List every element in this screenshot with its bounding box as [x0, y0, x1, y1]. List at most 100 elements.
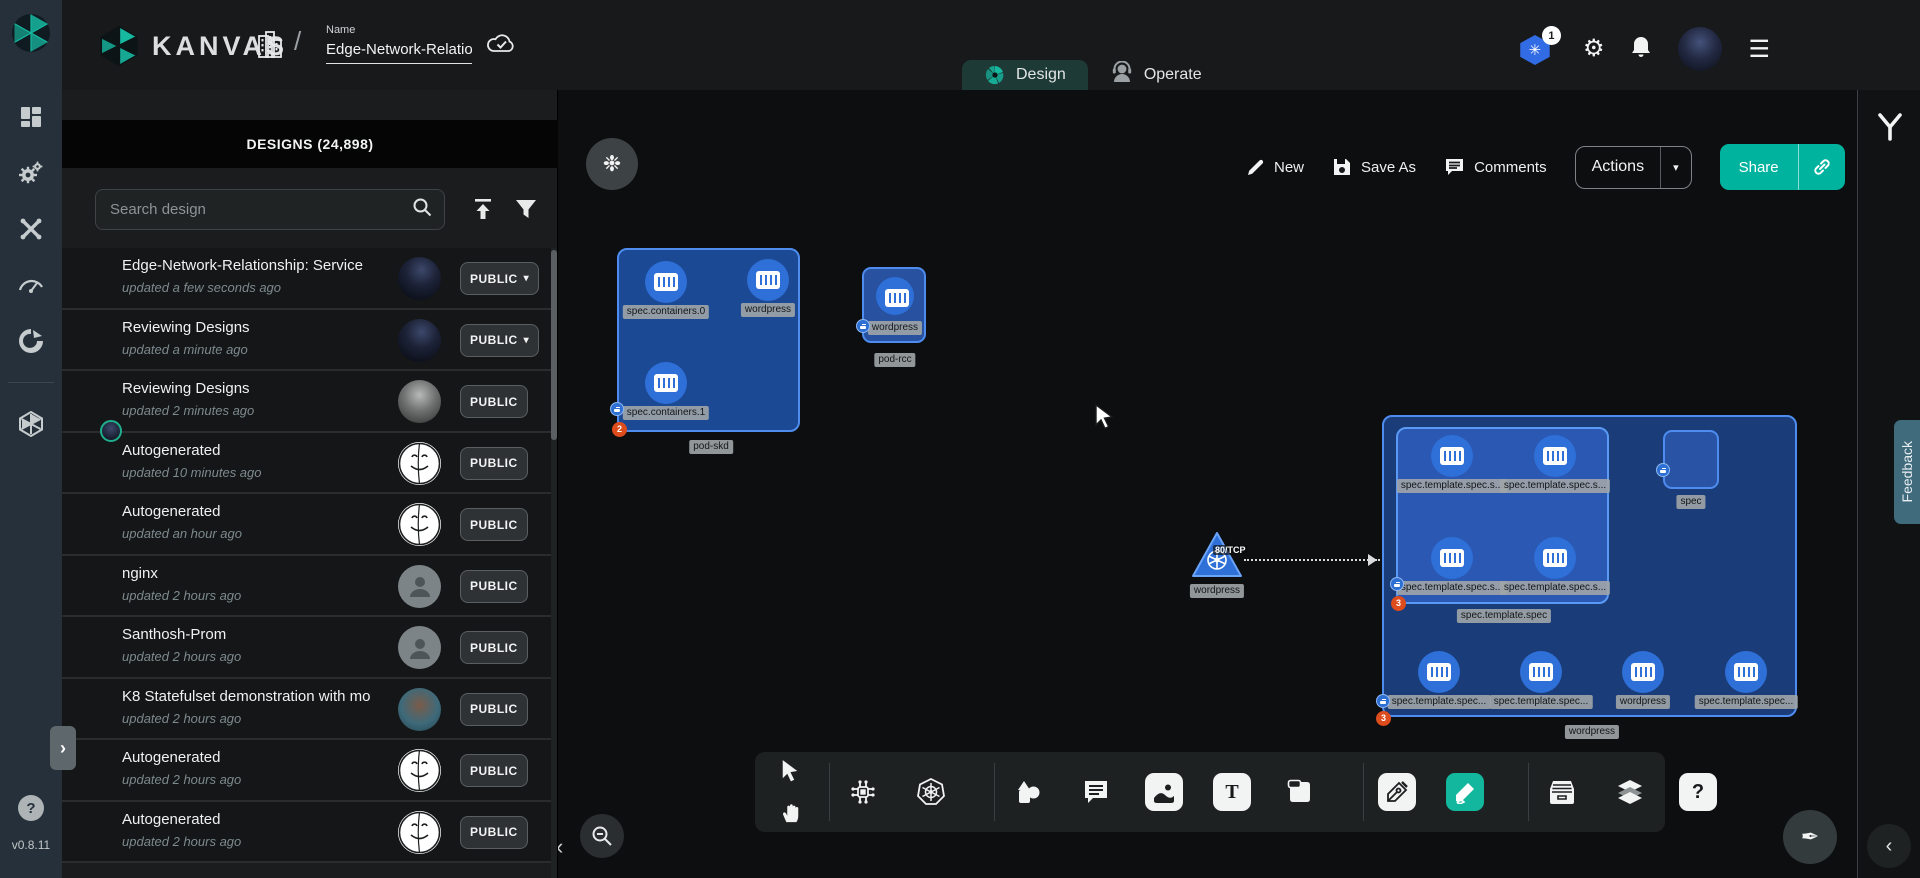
tool-layers-icon[interactable]: [1611, 773, 1649, 811]
container-icon[interactable]: [1418, 651, 1460, 693]
design-updated-timestamp: updated 2 hours ago: [122, 711, 241, 726]
design-list-item[interactable]: Reviewing Designs updated a minute ago P…: [62, 310, 552, 372]
tool-text-icon[interactable]: T: [1213, 773, 1251, 811]
design-visibility-badge[interactable]: PUBLIC: [460, 693, 528, 726]
container-icon[interactable]: [645, 362, 687, 404]
canvas-context-button[interactable]: ❉: [586, 138, 638, 190]
comments-label: Comments: [1474, 159, 1547, 176]
hamburger-menu-icon[interactable]: ☰: [1748, 35, 1770, 64]
design-canvas[interactable]: ❉ New Save As Comments Actions ▾ Share s…: [558, 90, 1857, 878]
sidebar-item-dashboard[interactable]: [14, 100, 48, 134]
tool-pan-icon[interactable]: [771, 794, 809, 832]
help-icon[interactable]: ?: [18, 795, 44, 821]
share-label[interactable]: Share: [1720, 144, 1798, 190]
container-icon[interactable]: [1520, 651, 1562, 693]
tool-select-icon[interactable]: [771, 752, 809, 790]
tool-components-icon[interactable]: [844, 773, 882, 811]
design-list-item[interactable]: Autogenerated updated an hour ago PUBLIC: [62, 494, 552, 556]
container-icon[interactable]: [876, 277, 914, 315]
collapse-rail-chevron[interactable]: ‹: [1867, 824, 1911, 868]
filter-icon[interactable]: [514, 197, 538, 226]
container-icon[interactable]: [747, 259, 789, 301]
tool-shapes-icon[interactable]: [1009, 773, 1047, 811]
design-visibility-badge[interactable]: PUBLIC: [460, 631, 528, 664]
copy-link-icon[interactable]: [1798, 144, 1845, 190]
node-group-pod-skd[interactable]: spec.containers.0 wordpress spec.contain…: [617, 248, 800, 432]
design-visibility-badge[interactable]: PUBLIC: [460, 816, 528, 849]
design-name-input[interactable]: [326, 39, 472, 64]
design-owner-avatar: [398, 380, 441, 423]
search-icon: [412, 197, 432, 222]
tab-design[interactable]: Design: [962, 60, 1088, 90]
container-icon[interactable]: [645, 261, 687, 303]
sidebar-item-kanvas[interactable]: [14, 407, 48, 441]
design-visibility-badge[interactable]: PUBLIC: [460, 508, 528, 541]
design-list-item[interactable]: Autogenerated updated 2 hours ago PUBLIC: [62, 740, 552, 802]
container-icon[interactable]: [1431, 435, 1473, 477]
tool-freehand-draw-icon[interactable]: [1446, 773, 1484, 811]
design-list-item[interactable]: Reviewing Designs updated 2 minutes ago …: [62, 371, 552, 433]
pen-mode-button[interactable]: ✒: [1783, 810, 1837, 864]
design-visibility-badge[interactable]: PUBLIC▾: [460, 262, 539, 295]
design-visibility-badge[interactable]: PUBLIC: [460, 754, 528, 787]
design-visibility-badge[interactable]: PUBLIC: [460, 447, 528, 480]
sidebar-item-configuration[interactable]: [14, 212, 48, 246]
node-service-wordpress[interactable]: [1190, 530, 1244, 580]
node-group-deployment-wordpress[interactable]: spec.template.spec.s... spec.template.sp…: [1382, 415, 1797, 717]
collapse-panel-chevron[interactable]: ‹: [556, 832, 572, 862]
comments-button[interactable]: Comments: [1444, 157, 1547, 177]
feedback-tab[interactable]: Feedback: [1894, 420, 1920, 524]
import-design-icon[interactable]: [470, 196, 496, 227]
tool-comment-icon[interactable]: [1077, 773, 1115, 811]
design-list-scrollbar[interactable]: [551, 248, 557, 878]
tool-help-icon[interactable]: ?: [1679, 773, 1717, 811]
container-icon[interactable]: [1534, 435, 1576, 477]
design-visibility-badge[interactable]: PUBLIC: [460, 385, 528, 418]
actions-label[interactable]: Actions: [1576, 147, 1660, 188]
design-list-item[interactable]: Autogenerated updated 10 minutes ago PUB…: [62, 433, 552, 495]
tool-kubernetes-icon[interactable]: [912, 773, 950, 811]
save-as-button[interactable]: Save As: [1332, 157, 1416, 177]
container-label: spec.template.spec.s...: [1500, 479, 1610, 493]
expand-sidebar-button[interactable]: ›: [50, 726, 76, 770]
container-icon[interactable]: [1725, 651, 1767, 693]
container-icon[interactable]: [1534, 537, 1576, 579]
notifications-bell-icon[interactable]: [1630, 35, 1652, 64]
tool-pen-tool-icon[interactable]: [1378, 773, 1416, 811]
design-list-item[interactable]: Autogenerated updated 2 hours ago PUBLIC: [62, 802, 552, 864]
actions-caret-icon[interactable]: ▾: [1660, 147, 1691, 188]
organization-icon[interactable]: [255, 30, 285, 65]
settings-gear-icon[interactable]: ⚙: [1583, 37, 1605, 61]
tool-note-icon[interactable]: [1281, 773, 1319, 811]
design-name: nginx: [122, 565, 158, 582]
sidebar-item-lifecycle[interactable]: [14, 156, 48, 190]
design-name: Autogenerated: [122, 749, 220, 766]
zoom-out-button[interactable]: [580, 814, 624, 858]
design-list-item[interactable]: K8 Statefulset demonstration with mo upd…: [62, 679, 552, 741]
k8s-context-button[interactable]: ✳ 1: [1519, 31, 1557, 67]
tab-operate[interactable]: Operate: [1088, 60, 1224, 90]
mouse-cursor: [1094, 404, 1116, 435]
design-visibility-badge[interactable]: PUBLIC▾: [460, 324, 539, 357]
merge-tool-icon[interactable]: [1876, 112, 1904, 147]
tool-drawer-icon[interactable]: [1543, 773, 1581, 811]
tool-media-icon[interactable]: [1145, 773, 1183, 811]
node-spec[interactable]: [1663, 430, 1719, 489]
design-visibility-badge[interactable]: PUBLIC: [460, 570, 528, 603]
search-input[interactable]: [96, 201, 412, 218]
design-list-item[interactable]: Edge-Network-Relationship: Service updat…: [62, 248, 552, 310]
actions-dropdown[interactable]: Actions ▾: [1575, 146, 1692, 189]
sidebar-item-meshery[interactable]: [14, 324, 48, 358]
design-list-item[interactable]: Santhosh-Prom updated 2 hours ago PUBLIC: [62, 617, 552, 679]
design-search-box: [95, 189, 445, 230]
breadcrumb-separator: /: [294, 26, 301, 57]
design-list-item[interactable]: nginx updated 2 hours ago PUBLIC: [62, 556, 552, 618]
share-button[interactable]: Share: [1720, 144, 1845, 190]
sidebar-item-performance[interactable]: [14, 268, 48, 302]
container-icon[interactable]: [1431, 537, 1473, 579]
node-pod-rcc[interactable]: wordpress pod-rcc: [862, 267, 926, 343]
user-avatar[interactable]: [1678, 27, 1722, 71]
node-group-pod-template[interactable]: spec.template.spec.s... spec.template.sp…: [1396, 427, 1609, 604]
new-button[interactable]: New: [1246, 158, 1304, 177]
container-icon[interactable]: [1622, 651, 1664, 693]
